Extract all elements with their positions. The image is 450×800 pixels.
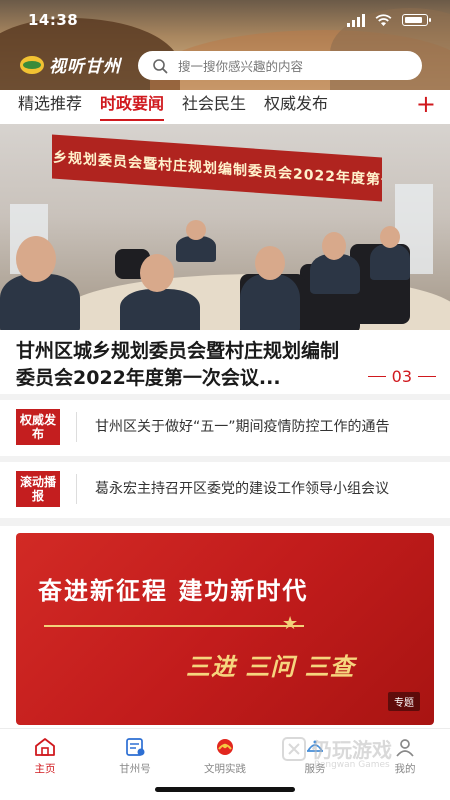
pager-number: 03	[391, 367, 412, 386]
list-item[interactable]: 滚动播报 葛永宏主持召开区委党的建设工作领导小组会议	[0, 460, 450, 518]
pager-line	[367, 376, 386, 377]
account-icon	[126, 738, 145, 756]
logo-icon	[20, 55, 44, 74]
tabbar-label: 主页	[34, 763, 56, 775]
person-head	[255, 246, 285, 280]
signal-icon	[347, 13, 365, 27]
official-release-badge: 权威发布	[16, 409, 60, 445]
person	[310, 254, 360, 294]
promo-line	[44, 625, 304, 627]
tab-featured[interactable]: 精选推荐	[18, 90, 82, 124]
promo-banner[interactable]: 奋进新征程 建功新时代 ★ 三进 三问 三查 专题	[16, 533, 434, 725]
watermark-logo-icon	[282, 736, 306, 761]
meeting-banner-text: 甘州区城乡规划委员会暨村庄规划编制委员会2022年度第一次会议	[52, 145, 382, 193]
person-head	[322, 232, 346, 260]
status-time: 14:38	[28, 11, 79, 29]
header: 14:38 视听甘州 搜一搜你感兴趣的内容	[0, 0, 450, 90]
home-indicator[interactable]	[155, 787, 295, 792]
search-bar[interactable]: 搜一搜你感兴趣的内容	[138, 51, 422, 80]
watermark: 仍玩游戏 Rengwan Games	[280, 734, 392, 770]
carousel-pager: 03	[367, 367, 436, 386]
hero-headline[interactable]: 甘州区城乡规划委员会暨村庄规划编制委员会2022年度第一次会议... 03	[16, 338, 436, 392]
tab-politics-news[interactable]: 时政要闻	[100, 90, 165, 124]
app-logo: 视听甘州	[20, 52, 121, 77]
section-divider	[0, 518, 450, 526]
person-head	[186, 220, 206, 240]
tabbar-label: 甘州号	[119, 763, 151, 775]
promo-title: 奋进新征程 建功新时代	[38, 577, 309, 605]
search-placeholder: 搜一搜你感兴趣的内容	[178, 59, 304, 74]
category-tabs: 精选推荐 时政要闻 社会民生 权威发布 +	[0, 90, 450, 124]
status-bar: 14:38	[0, 0, 450, 40]
divider	[76, 412, 77, 442]
pager-line	[418, 376, 436, 377]
tab-society[interactable]: 社会民生	[182, 90, 246, 124]
status-icons	[347, 13, 431, 27]
watermark-text: 仍玩游戏	[312, 738, 392, 762]
person	[370, 244, 410, 280]
person-head	[16, 236, 56, 282]
news-title: 甘州区关于做好“五一”期间疫情防控工作的通告	[95, 419, 390, 435]
person	[120, 289, 200, 330]
battery-icon	[402, 14, 431, 26]
tabbar-item-home[interactable]: 主页	[0, 729, 90, 800]
topic-badge: 专题	[388, 692, 420, 711]
civilization-icon	[217, 739, 233, 755]
wifi-icon	[375, 13, 392, 26]
add-tab-button[interactable]: +	[416, 91, 436, 117]
search-icon	[153, 58, 168, 73]
list-item[interactable]: 权威发布 甘州区关于做好“五一”期间疫情防控工作的通告	[0, 398, 450, 456]
person	[0, 274, 80, 330]
hero-image[interactable]: 甘州区城乡规划委员会暨村庄规划编制委员会2022年度第一次会议	[0, 124, 450, 330]
person-head	[380, 226, 400, 248]
person-head	[140, 254, 174, 292]
news-title: 葛永宏主持召开区委党的建设工作领导小组会议	[95, 481, 389, 497]
meeting-banner: 甘州区城乡规划委员会暨村庄规划编制委员会2022年度第一次会议	[52, 134, 382, 202]
app-screen: 14:38 视听甘州 搜一搜你感兴趣的内容 精选推荐 时政要闻 社会民生 权威发…	[0, 0, 450, 800]
logo-text: 视听甘州	[49, 57, 121, 77]
home-icon	[35, 738, 55, 756]
rolling-news-badge: 滚动播报	[16, 471, 60, 507]
profile-icon	[396, 739, 414, 757]
promo-subtitle: 三进 三问 三查	[186, 653, 355, 681]
star-icon: ★	[282, 613, 299, 634]
tabbar-label: 文明实践	[204, 763, 246, 775]
person	[240, 274, 300, 330]
divider	[76, 474, 77, 504]
tabbar-label: 我的	[394, 763, 416, 775]
watermark-subtext: Rengwan Games	[314, 760, 390, 770]
tab-official-release[interactable]: 权威发布	[264, 90, 328, 124]
